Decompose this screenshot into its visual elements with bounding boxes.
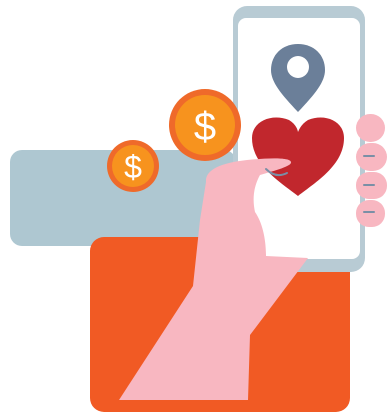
large-coin-symbol: $	[194, 105, 216, 149]
payment-illustration: $ $	[0, 0, 390, 414]
small-coin-symbol: $	[124, 149, 142, 185]
small-coin-icon: $	[107, 140, 159, 192]
illustration-canvas: $ $	[10, 6, 387, 412]
large-coin-icon: $	[169, 89, 241, 161]
